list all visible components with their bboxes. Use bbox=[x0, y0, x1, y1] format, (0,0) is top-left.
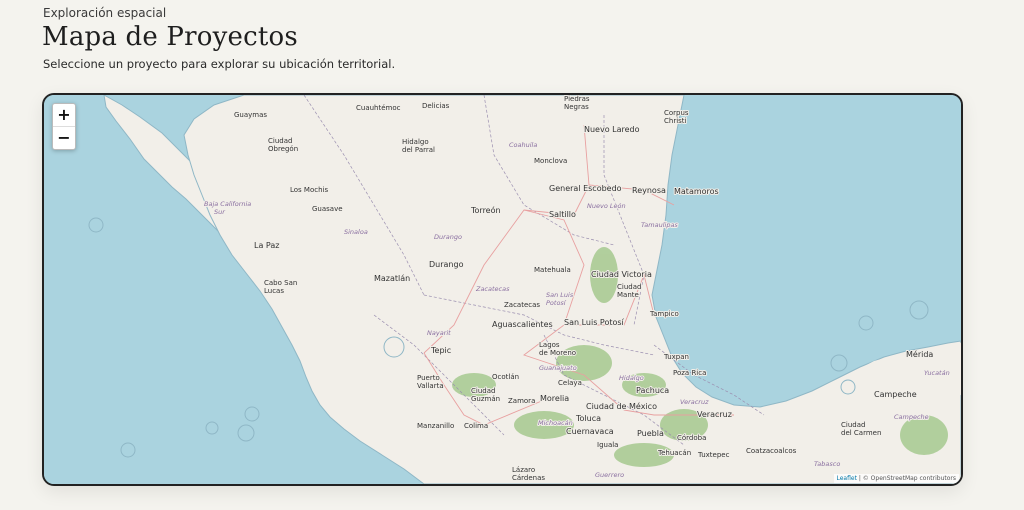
city-label: Córdoba bbox=[677, 434, 706, 442]
city-label: Manzanillo bbox=[417, 422, 454, 430]
city-label: Mante bbox=[617, 291, 639, 299]
city-label: Tampico bbox=[649, 310, 679, 318]
city-label: Ciudad de México bbox=[586, 401, 657, 411]
city-label: de Moreno bbox=[539, 349, 576, 357]
city-label: Torreón bbox=[470, 205, 501, 215]
region-label: Veracruz bbox=[680, 398, 709, 406]
city-label: Ciudad bbox=[268, 137, 292, 145]
zoom-in-button[interactable]: + bbox=[53, 104, 75, 126]
city-label: Guaymas bbox=[234, 111, 267, 119]
city-label: Ocotlán bbox=[492, 373, 519, 381]
city-label: Matehuala bbox=[534, 266, 571, 274]
city-label: Obregón bbox=[268, 145, 298, 153]
city-label: Tehuacán bbox=[657, 449, 691, 457]
city-label: General Escobedo bbox=[549, 184, 622, 193]
city-label: Negras bbox=[564, 103, 589, 111]
page-subtitle: Seleccione un proyecto para explorar su … bbox=[43, 57, 396, 71]
region-label: Durango bbox=[434, 233, 462, 241]
city-label: Nuevo Laredo bbox=[584, 125, 640, 134]
region-label: Zacatecas bbox=[475, 285, 510, 293]
region-label: San Luis bbox=[546, 291, 574, 299]
city-label: Guzmán bbox=[471, 395, 500, 403]
region-label: Tamaulipas bbox=[641, 221, 678, 229]
region-label: Yucatán bbox=[924, 369, 950, 377]
city-label: Pachuca bbox=[636, 386, 669, 395]
city-label: Ciudad bbox=[471, 387, 495, 395]
region-label: Guanajuato bbox=[539, 364, 577, 372]
region-label: Baja California bbox=[204, 200, 251, 208]
city-label: Cabo San bbox=[264, 279, 297, 287]
city-label: Hidalgo bbox=[402, 138, 429, 146]
city-label: Aguascalientes bbox=[492, 320, 553, 329]
city-label: Puebla bbox=[637, 429, 664, 438]
city-label: Campeche bbox=[874, 390, 917, 399]
city-label: Cuernavaca bbox=[566, 427, 614, 436]
city-label: Tuxpan bbox=[663, 353, 689, 361]
region-label: Hidalgo bbox=[619, 374, 644, 382]
city-label: Saltillo bbox=[549, 210, 576, 219]
city-label: San Luis Potosí bbox=[564, 318, 625, 327]
city-label: Monclova bbox=[534, 157, 567, 165]
region-label: Potosí bbox=[546, 299, 567, 307]
city-label: Ciudad bbox=[841, 421, 865, 429]
city-label: Celaya bbox=[558, 379, 582, 387]
city-label: Morelia bbox=[540, 394, 569, 403]
city-label: Reynosa bbox=[632, 186, 666, 195]
city-label: Cuauhtémoc bbox=[356, 104, 401, 112]
region-label: Coahuila bbox=[509, 141, 537, 149]
page-eyebrow: Exploración espacial bbox=[43, 6, 167, 20]
city-label: Mérida bbox=[906, 349, 933, 359]
city-label: Lucas bbox=[264, 287, 284, 295]
city-label: Tepic bbox=[430, 346, 451, 355]
city-label: Corpus bbox=[664, 109, 689, 117]
region-label: Guerrero bbox=[595, 471, 624, 479]
city-label: Lázaro bbox=[512, 466, 535, 474]
region-label: Michoacán bbox=[538, 419, 573, 427]
city-label: Toluca bbox=[575, 414, 601, 423]
map-canvas[interactable]: PiedrasNegras Nuevo Laredo CorpusChristi Cu… bbox=[44, 95, 961, 484]
city-label: Vallarta bbox=[417, 382, 444, 390]
city-label: Guasave bbox=[312, 205, 343, 213]
city-label: Zacatecas bbox=[504, 301, 540, 309]
city-label: La Paz bbox=[254, 241, 279, 250]
city-label: Tuxtepec bbox=[697, 451, 730, 459]
zoom-control: + − bbox=[52, 103, 76, 150]
city-label: Durango bbox=[429, 260, 464, 269]
region-label: Tabasco bbox=[814, 460, 840, 468]
city-label: Poza Rica bbox=[673, 369, 706, 377]
city-label: Veracruz bbox=[697, 410, 732, 419]
region-label: Nuevo León bbox=[587, 202, 626, 210]
city-label: Iguala bbox=[597, 441, 618, 449]
projects-map[interactable]: Piedras Negras Nuevo Laredo Corpus Christi Cu… bbox=[42, 93, 963, 486]
city-label: Delicias bbox=[422, 102, 450, 110]
city-label: Los Mochis bbox=[290, 186, 328, 194]
zoom-out-button[interactable]: − bbox=[53, 126, 75, 149]
city-label: del Carmen bbox=[841, 429, 881, 437]
page-title: Mapa de Proyectos bbox=[42, 22, 298, 52]
city-label: Lagos bbox=[539, 341, 560, 349]
leaflet-link[interactable]: Leaflet bbox=[837, 475, 857, 482]
osm-attribution: | © OpenStreetMap contributors bbox=[856, 475, 956, 482]
city-label: Cárdenas bbox=[512, 474, 545, 482]
map-attribution: Leaflet | © OpenStreetMap contributors bbox=[833, 474, 959, 483]
city-label: del Parral bbox=[402, 146, 435, 154]
city-label: Matamoros bbox=[674, 187, 719, 196]
city-label: Piedras bbox=[564, 95, 590, 103]
city-label: Colima bbox=[464, 422, 488, 430]
city-label: Christi bbox=[664, 117, 687, 125]
city-label: Ciudad bbox=[617, 283, 641, 291]
region-label: Campeche bbox=[894, 413, 929, 421]
region-label: Sinaloa bbox=[344, 228, 368, 236]
region-label: Nayarit bbox=[427, 329, 451, 337]
city-label: Zamora bbox=[508, 397, 535, 405]
city-label: Mazatlán bbox=[374, 274, 410, 283]
city-label: Coatzacoalcos bbox=[746, 447, 797, 455]
city-label: Ciudad Victoria bbox=[591, 270, 652, 279]
city-label: Puerto bbox=[417, 374, 440, 382]
region-label: Sur bbox=[214, 208, 226, 216]
